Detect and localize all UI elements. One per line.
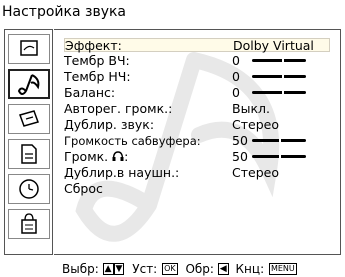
- menu-item-balance[interactable]: Баланс: 0: [64, 86, 330, 100]
- ok-key-label: OK: [162, 262, 178, 275]
- set-hint: Уст:: [132, 261, 158, 276]
- menu-item-value: Стерео: [232, 165, 279, 180]
- headphones-icon: [112, 151, 124, 161]
- menu-item-label: Тембр ВЧ:: [64, 53, 130, 68]
- menu-item-label: Дублир. звук:: [64, 117, 155, 132]
- menu-item-label: Сброс: [64, 181, 103, 196]
- menu-item-value: 0: [232, 85, 240, 100]
- timer-icon: [19, 179, 39, 199]
- sidebar-item-timer[interactable]: [8, 174, 50, 204]
- menu-item-label: Баланс:: [64, 85, 116, 100]
- left-arrow-icon: ◀: [217, 262, 229, 275]
- screen-icon: [19, 110, 39, 127]
- menu-item-value: 0: [232, 69, 240, 84]
- select-hint: Выбр:: [62, 261, 99, 276]
- sidebar-item-setup[interactable]: [8, 139, 50, 169]
- page-title: Настройка звука: [2, 4, 127, 20]
- menu-key-label: MENU: [268, 262, 297, 275]
- menu-item-value: Dolby Virtual: [233, 38, 314, 53]
- menu-item-value: Стерео: [232, 117, 279, 132]
- sidebar-item-screen[interactable]: [8, 104, 50, 134]
- menu-item-auto-volume[interactable]: Авторег. громк.: Выкл.: [64, 102, 330, 116]
- sound-icon: [17, 74, 40, 95]
- sound-settings-panel: Эффект: Dolby Virtual Тембр ВЧ: 0 Тембр …: [54, 29, 341, 255]
- help-bar: Выбр: ▲ ▼ Уст: OK Обр: ◀ Кнц: MENU: [62, 261, 298, 276]
- menu-item-label: Тембр НЧ:: [64, 69, 131, 84]
- menu-item-label: Эффект:: [65, 38, 122, 53]
- down-arrow-icon: ▼: [113, 262, 125, 275]
- category-sidebar: [4, 29, 53, 255]
- menu-item-treble[interactable]: Тембр ВЧ: 0: [64, 54, 330, 68]
- menu-item-label: Громкость сабвуфера:: [64, 134, 201, 148]
- menu-item-value: Выкл.: [232, 101, 270, 116]
- menu-item-bass[interactable]: Тембр НЧ: 0: [64, 70, 330, 84]
- menu-item-subwoofer-volume[interactable]: Громкость сабвуфера: 50: [64, 134, 330, 148]
- menu-item-label: Громк. :: [64, 149, 129, 164]
- setup-icon: [21, 144, 37, 164]
- menu-item-value: 0: [232, 53, 240, 68]
- end-hint: Кнц:: [235, 261, 265, 276]
- menu-item-reset[interactable]: Сброс: [64, 182, 330, 196]
- menu-item-headphone-dual[interactable]: Дублир.в наушн.: Стерео: [64, 166, 330, 180]
- parental-icon: [21, 213, 37, 234]
- menu-item-effect[interactable]: Эффект: Dolby Virtual: [64, 38, 330, 53]
- sidebar-item-parental[interactable]: [8, 209, 50, 239]
- menu-item-label: Дублир.в наушн.:: [64, 165, 180, 180]
- menu-item-label: Авторег. громк.:: [64, 101, 173, 116]
- menu-item-value: 50: [232, 149, 248, 164]
- menu-item-headphone-volume[interactable]: Громк. : 50: [64, 150, 330, 164]
- sidebar-item-picture[interactable]: [8, 34, 50, 64]
- menu-item-dual-sound[interactable]: Дублир. звук: Стерео: [64, 118, 330, 132]
- up-arrow-icon: ▲: [102, 262, 114, 275]
- sidebar-item-sound[interactable]: [8, 69, 50, 99]
- menu-item-value: 50: [232, 133, 248, 148]
- picture-icon: [20, 40, 38, 56]
- back-hint: Обр:: [185, 261, 214, 276]
